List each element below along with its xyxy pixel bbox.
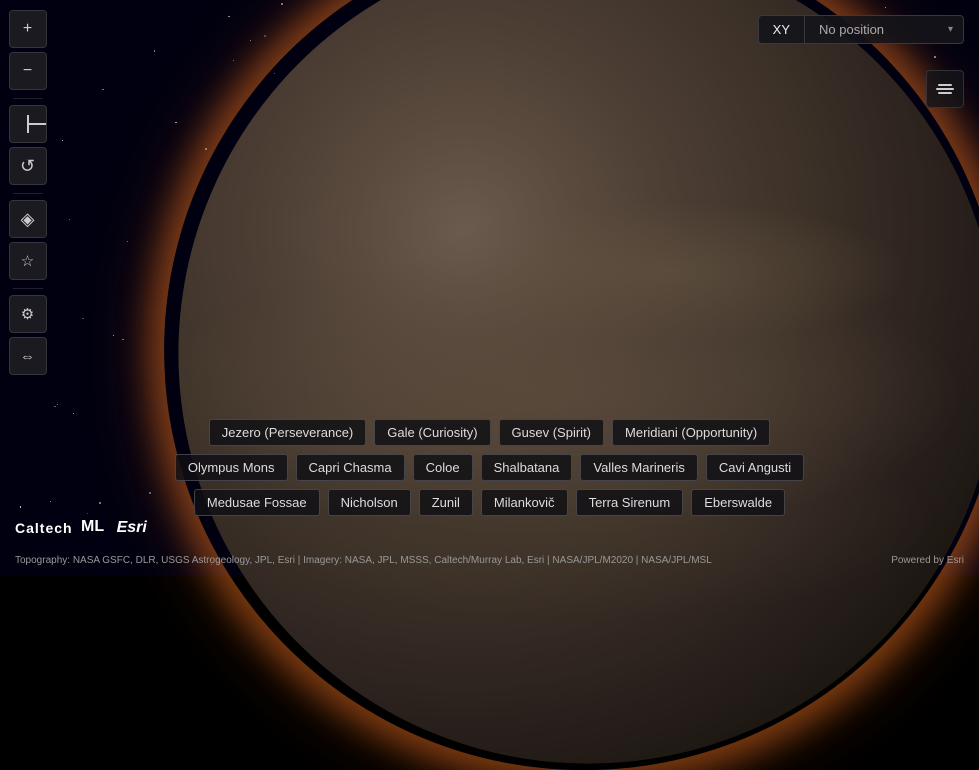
location-tag-milankovič[interactable]: Milankovič xyxy=(481,489,568,516)
logos-area: Caltech ML Esri xyxy=(15,515,147,541)
star xyxy=(233,60,234,61)
svg-text:ML: ML xyxy=(81,518,104,535)
star xyxy=(250,40,251,41)
star xyxy=(127,241,128,242)
location-tag-gusev[interactable]: Gusev (Spirit) xyxy=(499,419,604,446)
toolbar-separator-3 xyxy=(13,288,43,289)
settings-button[interactable]: ⚙ xyxy=(9,295,47,333)
location-tag-jezero[interactable]: Jezero (Perseverance) xyxy=(209,419,367,446)
location-tag-gale[interactable]: Gale (Curiosity) xyxy=(374,419,490,446)
location-tag-coloe[interactable]: Coloe xyxy=(413,454,473,481)
location-tag-nicholson[interactable]: Nicholson xyxy=(328,489,411,516)
star xyxy=(885,7,886,8)
star xyxy=(122,339,123,340)
attribution-bar: Topography: NASA GSFC, DLR, USGS Astroge… xyxy=(0,555,979,566)
location-tag-cavi-angusti[interactable]: Cavi Angusti xyxy=(706,454,804,481)
star xyxy=(205,148,207,150)
tag-row-2: Medusae Fossae Nicholson Zunil Milankovič Te… xyxy=(194,489,785,516)
star xyxy=(113,335,114,336)
tag-row-0: Jezero (Perseverance) Gale (Curiosity) Gus… xyxy=(209,419,770,446)
star xyxy=(228,16,229,17)
star xyxy=(264,35,266,37)
star xyxy=(281,3,283,5)
location-tag-capri-chasma[interactable]: Capri Chasma xyxy=(296,454,405,481)
location-tag-eberswalde[interactable]: Eberswalde xyxy=(691,489,785,516)
star xyxy=(82,318,83,319)
tag-row-1: Olympus Mons Capri Chasma Coloe Shalbatana V… xyxy=(175,454,804,481)
location-tag-olympus-mons[interactable]: Olympus Mons xyxy=(175,454,288,481)
star xyxy=(175,122,176,123)
star xyxy=(73,413,74,414)
crosshair-icon xyxy=(19,115,37,133)
star xyxy=(57,404,58,405)
location-tag-medusae-fossae[interactable]: Medusae Fossae xyxy=(194,489,320,516)
zoom-out-button[interactable]: − xyxy=(9,52,47,90)
powered-by-text: Powered by Esri xyxy=(891,555,964,566)
layers-button[interactable] xyxy=(926,70,964,108)
star xyxy=(102,89,104,91)
location-tags: Jezero (Perseverance) Gale (Curiosity) Gus… xyxy=(0,419,979,516)
star xyxy=(934,56,936,58)
pan-button[interactable] xyxy=(9,105,47,143)
star xyxy=(154,50,155,51)
compass-button[interactable]: ◈ xyxy=(9,200,47,238)
attribution-text: Topography: NASA GSFC, DLR, USGS Astroge… xyxy=(15,555,712,566)
star xyxy=(69,219,70,220)
star xyxy=(62,140,63,141)
chevron-down-icon: ▾ xyxy=(948,24,953,35)
zoom-in-button[interactable]: + xyxy=(9,10,47,48)
ml-logo-svg: ML xyxy=(81,515,109,535)
xy-button[interactable]: XY xyxy=(758,15,804,44)
bookmark-button[interactable]: ☆ xyxy=(9,242,47,280)
position-dropdown[interactable]: No position ▾ xyxy=(804,15,964,44)
position-text: No position xyxy=(819,22,884,37)
top-bar: XY No position ▾ xyxy=(758,15,964,44)
toolbar-separator-1 xyxy=(13,98,43,99)
measure-button[interactable]: ⇔ xyxy=(9,337,47,375)
toolbar-separator-2 xyxy=(13,193,43,194)
caltech-logo: Caltech xyxy=(15,520,73,536)
location-tag-shalbatana[interactable]: Shalbatana xyxy=(481,454,573,481)
location-tag-terra-sirenum[interactable]: Terra Sirenum xyxy=(576,489,684,516)
layers-stack-icon xyxy=(936,84,954,94)
location-tag-zunil[interactable]: Zunil xyxy=(419,489,473,516)
ml-logo: ML xyxy=(81,515,109,541)
location-tag-meridiani[interactable]: Meridiani (Opportunity) xyxy=(612,419,770,446)
location-tag-valles-marineris[interactable]: Valles Marineris xyxy=(580,454,698,481)
esri-logo: Esri xyxy=(117,519,147,537)
rotate-button[interactable]: ↺ xyxy=(9,147,47,185)
